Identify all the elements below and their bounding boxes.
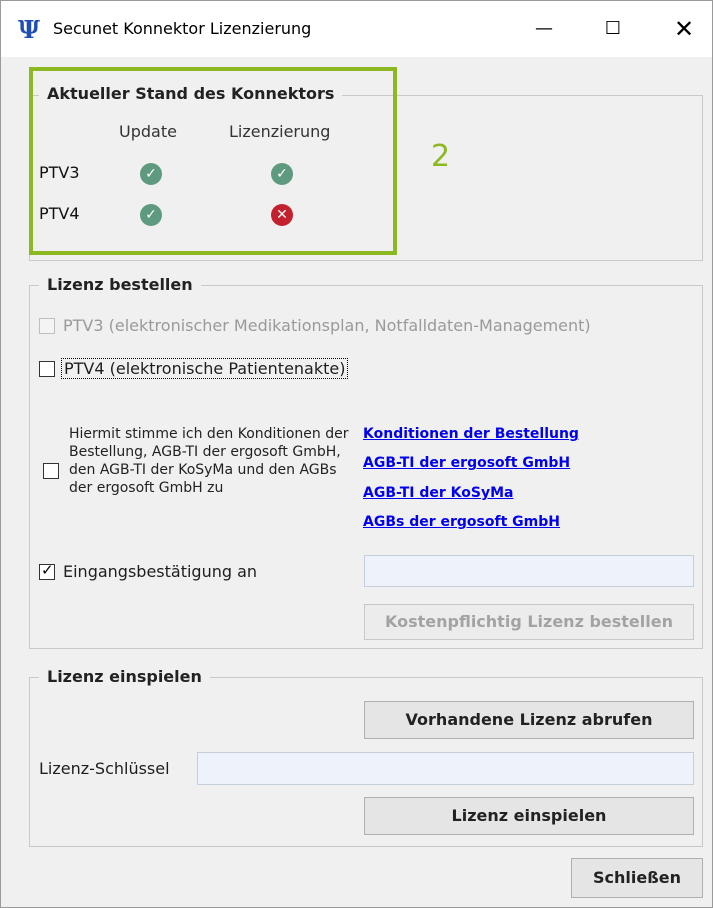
order-license-button[interactable]: Kostenpflichtig Lizenz bestellen xyxy=(364,604,694,640)
install-legend: Lizenz einspielen xyxy=(39,667,210,686)
close-button-label: Schließen xyxy=(593,868,681,887)
confirmation-checkbox[interactable] xyxy=(39,561,55,580)
row-label-ptv3: PTV3 xyxy=(39,163,80,182)
confirmation-label: Eingangsbestätigung an xyxy=(63,562,258,581)
row-label-ptv4: PTV4 xyxy=(39,204,80,223)
fetch-license-button[interactable]: Vorhandene Lizenz abrufen xyxy=(364,701,694,739)
link-agb-ti-ergosoft[interactable]: AGB-TI der ergosoft GmbH xyxy=(363,455,570,471)
install-license-button-label: Lizenz einspielen xyxy=(451,806,607,825)
app-psi-icon: Ψ xyxy=(18,15,40,44)
agb-consent-text: Hiermit stimme ich den Konditionen der B… xyxy=(69,426,349,496)
close-button[interactable]: Schließen xyxy=(571,858,703,898)
link-order-conditions[interactable]: Konditionen der Bestellung xyxy=(363,426,579,442)
status-legend: Aktueller Stand des Konnektors xyxy=(39,84,343,103)
install-license-button[interactable]: Lizenz einspielen xyxy=(364,797,694,835)
column-header-update: Update xyxy=(119,122,177,141)
link-agbs-ergosoft[interactable]: AGBs der ergosoft GmbH xyxy=(363,514,560,530)
ptv3-license-ok-icon: ✓ xyxy=(271,163,293,185)
ptv3-checkbox-label: PTV3 (elektronischer Medikationsplan, No… xyxy=(63,316,591,335)
title-bar: Ψ Secunet Konnektor Lizenzierung — ☐ ✕ xyxy=(1,1,712,57)
ptv4-checkbox-label: PTV4 (elektronische Patientenakte) xyxy=(61,358,349,379)
fetch-license-button-label: Vorhandene Lizenz abrufen xyxy=(405,710,653,729)
close-window-button[interactable]: ✕ xyxy=(661,1,707,57)
ptv4-update-ok-icon: ✓ xyxy=(140,204,162,226)
license-window: Ψ Secunet Konnektor Lizenzierung — ☐ ✕ A… xyxy=(0,0,713,908)
column-header-license: Lizenzierung xyxy=(229,122,331,141)
annotation-number: 2 xyxy=(431,139,451,174)
order-legend: Lizenz bestellen xyxy=(39,275,201,294)
maximize-button[interactable]: ☐ xyxy=(590,1,636,57)
ptv4-license-error-icon: ✕ xyxy=(271,204,293,226)
minimize-button[interactable]: — xyxy=(521,1,567,57)
ptv3-checkbox[interactable] xyxy=(39,318,55,334)
ptv4-checkbox[interactable] xyxy=(39,361,55,377)
order-license-button-label: Kostenpflichtig Lizenz bestellen xyxy=(384,612,673,631)
license-key-input[interactable] xyxy=(197,752,694,785)
license-key-label: Lizenz-Schlüssel xyxy=(39,759,170,778)
window-title: Secunet Konnektor Lizenzierung xyxy=(53,19,312,38)
confirmation-email-input[interactable] xyxy=(364,555,694,587)
agb-consent-checkbox[interactable] xyxy=(43,463,59,479)
ptv3-update-ok-icon: ✓ xyxy=(140,163,162,185)
link-agb-ti-kosyma[interactable]: AGB-TI der KoSyMa xyxy=(363,485,514,501)
